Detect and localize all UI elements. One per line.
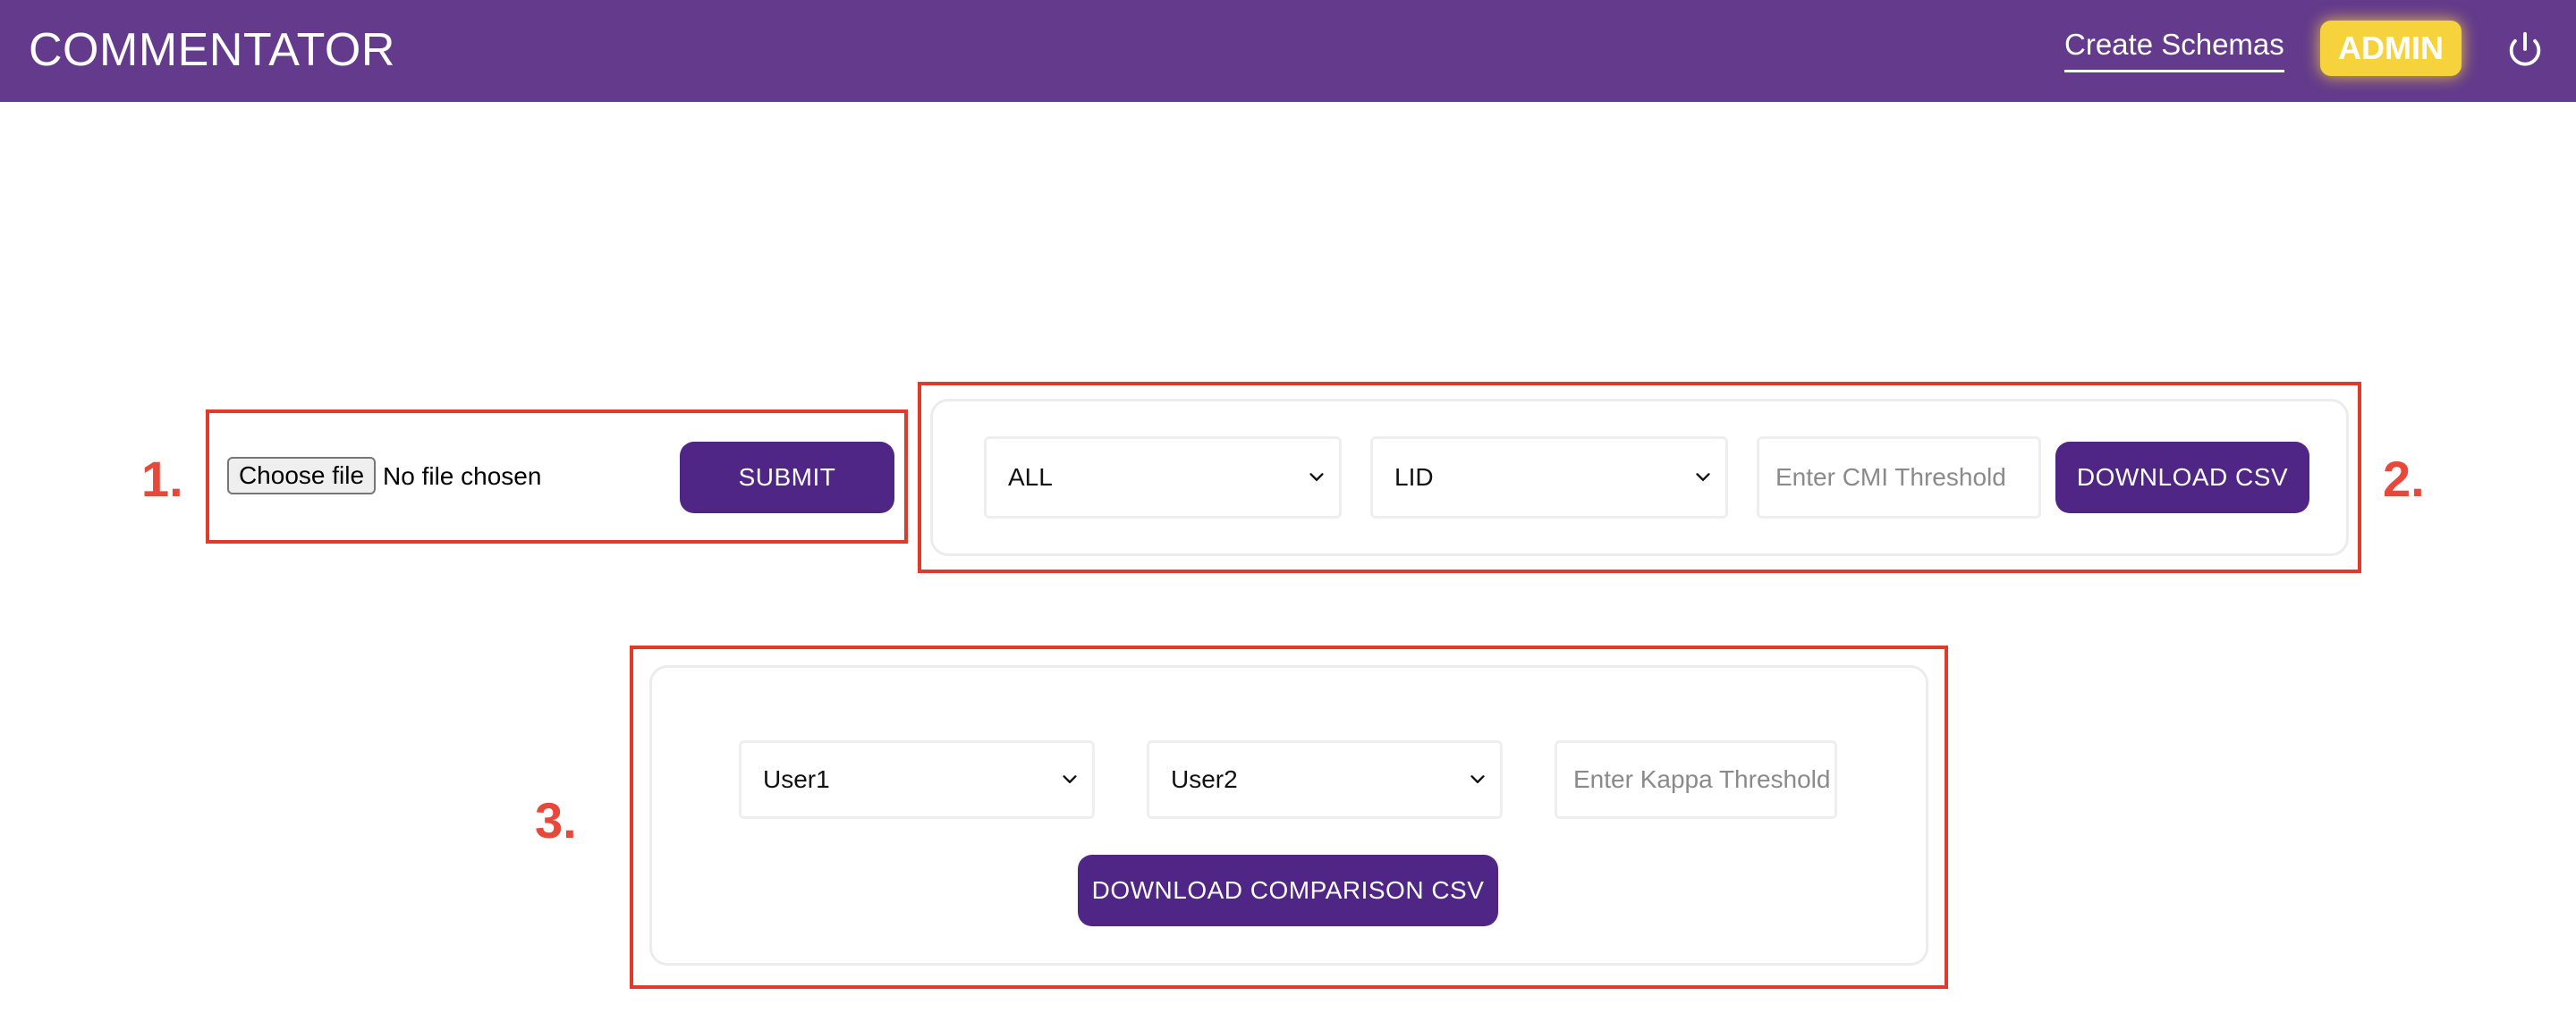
user1-select[interactable]: User1	[739, 740, 1095, 819]
chevron-down-icon	[1063, 775, 1077, 783]
annotation-label-1: 1.	[141, 451, 183, 507]
file-status-text: No file chosen	[383, 462, 542, 490]
power-icon[interactable]	[2504, 29, 2546, 70]
cmi-threshold-input[interactable]: Enter CMI Threshold	[1757, 436, 2041, 519]
type-select[interactable]: LID	[1370, 436, 1728, 519]
cmi-threshold-placeholder: Enter CMI Threshold	[1775, 463, 2006, 491]
chevron-down-icon	[1470, 775, 1485, 783]
chevron-down-icon	[1696, 473, 1710, 481]
top-navbar: COMMENTATOR Create Schemas ADMIN	[0, 0, 2576, 102]
user2-select-value: User2	[1171, 765, 1238, 793]
admin-badge[interactable]: ADMIN	[2320, 21, 2462, 76]
create-schemas-link[interactable]: Create Schemas	[2064, 27, 2284, 72]
annotation-label-3: 3.	[535, 792, 577, 848]
choose-file-button[interactable]: Choose file	[227, 457, 376, 494]
download-csv-button[interactable]: DOWNLOAD CSV	[2055, 442, 2309, 513]
submit-button[interactable]: SUBMIT	[680, 442, 894, 513]
kappa-threshold-input[interactable]: Enter Kappa Threshold	[1555, 740, 1837, 819]
brand-title[interactable]: COMMENTATOR	[29, 23, 395, 77]
type-select-value: LID	[1394, 463, 1434, 491]
chevron-down-icon	[1309, 473, 1324, 481]
annotation-label-2: 2.	[2383, 451, 2425, 507]
filter-select[interactable]: ALL	[984, 436, 1342, 519]
kappa-threshold-placeholder: Enter Kappa Threshold	[1573, 765, 1831, 793]
filter-select-value: ALL	[1008, 463, 1053, 491]
download-comparison-csv-button[interactable]: DOWNLOAD COMPARISON CSV	[1078, 855, 1498, 926]
user1-select-value: User1	[763, 765, 830, 793]
user2-select[interactable]: User2	[1147, 740, 1503, 819]
